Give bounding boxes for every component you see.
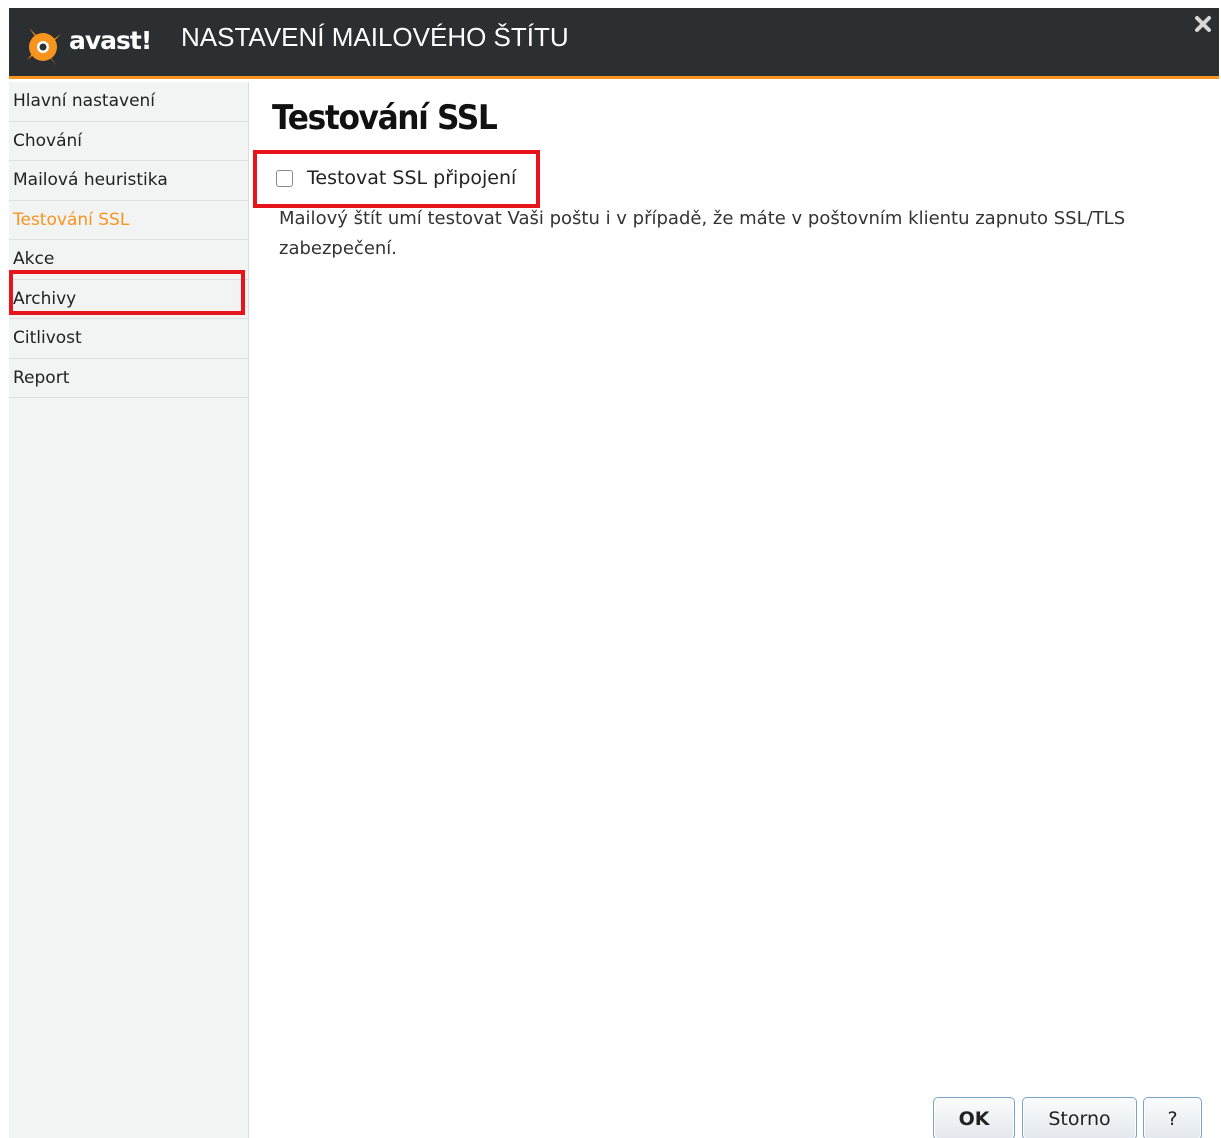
ssl-scan-checkbox[interactable] <box>276 169 293 187</box>
sidebar-item-actions[interactable]: Akce <box>9 240 248 280</box>
ssl-checkbox-row: Testovat SSL připojení <box>276 164 516 192</box>
help-button[interactable]: ? <box>1143 1097 1202 1138</box>
sidebar-item-sensitivity[interactable]: Citlivost <box>9 319 248 359</box>
close-button[interactable] <box>1187 8 1219 40</box>
sidebar: Hlavní nastavení Chování Mailová heurist… <box>9 82 249 1138</box>
brand-wordmark: avast! <box>69 26 152 55</box>
ssl-scan-checkbox-label[interactable]: Testovat SSL připojení <box>307 167 516 189</box>
window-title: NASTAVENÍ MAILOVÉHO ŠTÍTU <box>181 22 569 52</box>
ok-button[interactable]: OK <box>933 1097 1015 1138</box>
sidebar-item-report[interactable]: Report <box>9 359 248 398</box>
close-icon <box>1195 16 1211 32</box>
sidebar-item-behavior[interactable]: Chování <box>9 122 248 161</box>
cancel-button[interactable]: Storno <box>1022 1097 1137 1138</box>
avast-logo-icon <box>27 28 61 66</box>
sidebar-item-archives[interactable]: Archivy <box>9 280 248 319</box>
settings-window: avast! NASTAVENÍ MAILOVÉHO ŠTÍTU Hlavní … <box>9 8 1219 1138</box>
sidebar-item-ssl-scanning[interactable]: Testování SSL <box>9 201 248 240</box>
sidebar-item-mail-heuristics[interactable]: Mailová heuristika <box>9 161 248 201</box>
description-text: Mailový štít umí testovat Vaši poštu i v… <box>279 208 1126 259</box>
sidebar-item-main-settings[interactable]: Hlavní nastavení <box>9 82 248 122</box>
main-content: Testování SSL Testovat SSL připojení Mai… <box>250 82 1219 1138</box>
title-bar: avast! NASTAVENÍ MAILOVÉHO ŠTÍTU <box>9 8 1219 79</box>
avast-logo: avast! <box>21 16 171 72</box>
page-title: Testování SSL <box>272 98 498 138</box>
